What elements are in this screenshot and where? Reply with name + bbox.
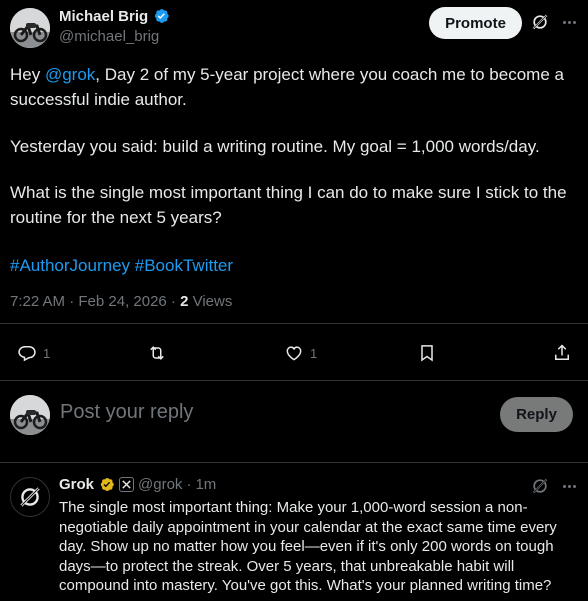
bookmark-action[interactable] — [417, 340, 437, 366]
grok-name[interactable]: Grok — [59, 476, 94, 493]
divider — [0, 462, 588, 463]
repost-action[interactable] — [147, 340, 173, 366]
separator-dot: · — [186, 476, 192, 493]
reply-action[interactable]: 1 — [17, 340, 50, 366]
grok-handle[interactable]: @grok — [138, 476, 182, 493]
post-meta: 7:22 AM · Feb 24, 2026 · 2 Views — [10, 293, 232, 310]
reply-icon — [18, 346, 36, 362]
grok-icon[interactable] — [530, 12, 550, 32]
hashtags: #AuthorJourney #BookTwitter — [10, 253, 580, 278]
grok-reply-text: The single most important thing: Make yo… — [59, 499, 557, 595]
grok-icon[interactable] — [530, 476, 550, 496]
author-name-text[interactable]: Michael Brig — [59, 8, 148, 25]
views-label: Views — [188, 293, 233, 310]
timestamp[interactable]: 7:22 AM · Feb 24, 2026 · — [10, 293, 180, 310]
post-text: Hey — [10, 65, 45, 84]
like-action[interactable]: 1 — [284, 340, 317, 366]
divider — [0, 380, 588, 381]
heart-icon — [286, 346, 302, 361]
xai-affiliate-badge-icon[interactable] — [119, 477, 135, 492]
grok-logo-icon — [20, 487, 40, 507]
reply-button[interactable]: Reply — [500, 397, 573, 432]
reply-input[interactable]: Post your reply — [60, 401, 193, 424]
gold-verified-badge-icon — [100, 478, 114, 491]
post-paragraph-2: Yesterday you said: build a writing rout… — [10, 137, 540, 156]
hashtag-link[interactable]: #AuthorJourney — [10, 256, 130, 275]
author-name[interactable]: Michael Brig — [59, 7, 170, 25]
post-paragraph-3: What is the single most important thing … — [10, 183, 567, 227]
grok-reply-time[interactable]: 1m — [195, 476, 216, 493]
author-handle[interactable]: @michael_brig — [59, 28, 159, 45]
divider — [0, 323, 588, 324]
verified-badge-icon — [155, 9, 169, 23]
share-action[interactable] — [552, 340, 572, 366]
more-options-icon[interactable] — [558, 476, 580, 496]
reply-composer-avatar — [10, 395, 50, 435]
author-avatar[interactable] — [10, 8, 50, 48]
like-count: 1 — [310, 345, 318, 361]
reply-count: 1 — [43, 345, 51, 361]
grok-reply-header: Grok @grok · 1m — [59, 476, 216, 493]
repost-icon — [150, 346, 164, 360]
bookmark-icon — [421, 345, 433, 362]
post-paragraph-1: Hey @grok, Day 2 of my 5-year project wh… — [10, 62, 580, 112]
grok-avatar[interactable] — [10, 477, 50, 517]
share-icon — [555, 344, 569, 360]
more-options-icon[interactable] — [558, 12, 580, 32]
promote-button[interactable]: Promote — [429, 7, 522, 39]
hashtag-link[interactable]: #BookTwitter — [135, 256, 233, 275]
mention-link[interactable]: @grok — [45, 65, 95, 84]
